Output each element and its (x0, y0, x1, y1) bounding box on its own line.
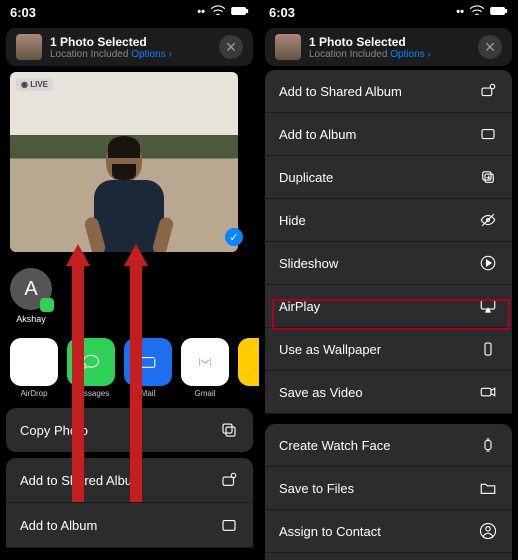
action-airplay[interactable]: AirPlay (265, 285, 512, 328)
hide-icon (478, 210, 498, 230)
header-title: 1 Photo Selected (50, 35, 211, 49)
header-thumbnail (275, 34, 301, 60)
folder-icon (478, 478, 498, 498)
screen-right: 6:03 •• 1 Photo Selected Location Includ… (259, 0, 518, 560)
status-bar: 6:03 •• (0, 0, 259, 24)
action-hide[interactable]: Hide (265, 199, 512, 242)
action-assign-contact[interactable]: Assign to Contact (265, 510, 512, 553)
app-airdrop[interactable]: AirDrop (10, 338, 58, 398)
app-more[interactable] (238, 338, 259, 398)
more-app-icon (238, 338, 259, 386)
status-indicators: •• (197, 2, 249, 23)
action-save-files[interactable]: Save to Files (265, 467, 512, 510)
header-subtitle: Location Included Options › (50, 49, 211, 60)
header-title: 1 Photo Selected (309, 35, 470, 49)
action-add-shared-album[interactable]: Add to Shared Album (265, 70, 512, 113)
album-icon (219, 515, 239, 535)
battery-icon (490, 2, 508, 23)
watch-icon (478, 435, 498, 455)
share-header: 1 Photo Selected Location Included Optio… (6, 28, 253, 66)
action-add-album[interactable]: Add to Album (265, 113, 512, 156)
video-icon (478, 382, 498, 402)
close-button[interactable]: ✕ (478, 35, 502, 59)
contact-name: Akshay (10, 314, 52, 324)
selected-check-icon: ✓ (225, 228, 243, 246)
options-link[interactable]: Options › (131, 49, 172, 60)
annotation-arrow-1 (72, 262, 84, 502)
wifi-icon (209, 2, 227, 23)
status-time: 6:03 (269, 5, 295, 20)
app-gmail[interactable]: Gmail (181, 338, 229, 398)
action-watch-face[interactable]: Create Watch Face (265, 424, 512, 467)
airdrop-icon (10, 338, 58, 386)
contact-icon (478, 521, 498, 541)
shared-album-icon (478, 81, 498, 101)
duplicate-icon (478, 167, 498, 187)
status-time: 6:03 (10, 5, 36, 20)
shared-album-icon (219, 470, 239, 490)
wifi-icon (468, 2, 486, 23)
action-slideshow[interactable]: Slideshow (265, 242, 512, 285)
play-icon (478, 253, 498, 273)
action-save-as-video[interactable]: Save as Video (265, 371, 512, 414)
action-duplicate[interactable]: Duplicate (265, 156, 512, 199)
messages-badge-icon (40, 298, 54, 312)
right-action-list-1: Add to Shared Album Add to Album Duplica… (265, 70, 512, 414)
signal-icon: •• (197, 6, 205, 18)
battery-icon (231, 2, 249, 23)
airplay-icon (478, 296, 498, 316)
photo-image (10, 72, 238, 252)
photo-preview[interactable]: ◉ LIVE ✓ (10, 72, 249, 252)
contact-item[interactable]: A Akshay (10, 268, 52, 324)
screen-left: 6:03 •• 1 Photo Selected Location Includ… (0, 0, 259, 560)
action-print[interactable]: Print (265, 553, 512, 560)
options-link[interactable]: Options › (390, 49, 431, 60)
annotation-arrow-2 (130, 262, 142, 502)
action-wallpaper[interactable]: Use as Wallpaper (265, 328, 512, 371)
right-action-list-2: Create Watch Face Save to Files Assign t… (265, 424, 512, 560)
copy-icon (219, 420, 239, 440)
signal-icon: •• (456, 6, 464, 18)
close-button[interactable]: ✕ (219, 35, 243, 59)
status-bar: 6:03 •• (259, 0, 518, 24)
live-badge: ◉ LIVE (16, 78, 53, 91)
share-header: 1 Photo Selected Location Included Optio… (265, 28, 512, 66)
header-thumbnail (16, 34, 42, 60)
action-add-album[interactable]: Add to Album (6, 503, 253, 548)
status-indicators: •• (456, 2, 508, 23)
header-subtitle: Location Included Options › (309, 49, 470, 60)
wallpaper-icon (478, 339, 498, 359)
album-icon (478, 124, 498, 144)
contact-avatar: A (10, 268, 52, 310)
gmail-icon (181, 338, 229, 386)
